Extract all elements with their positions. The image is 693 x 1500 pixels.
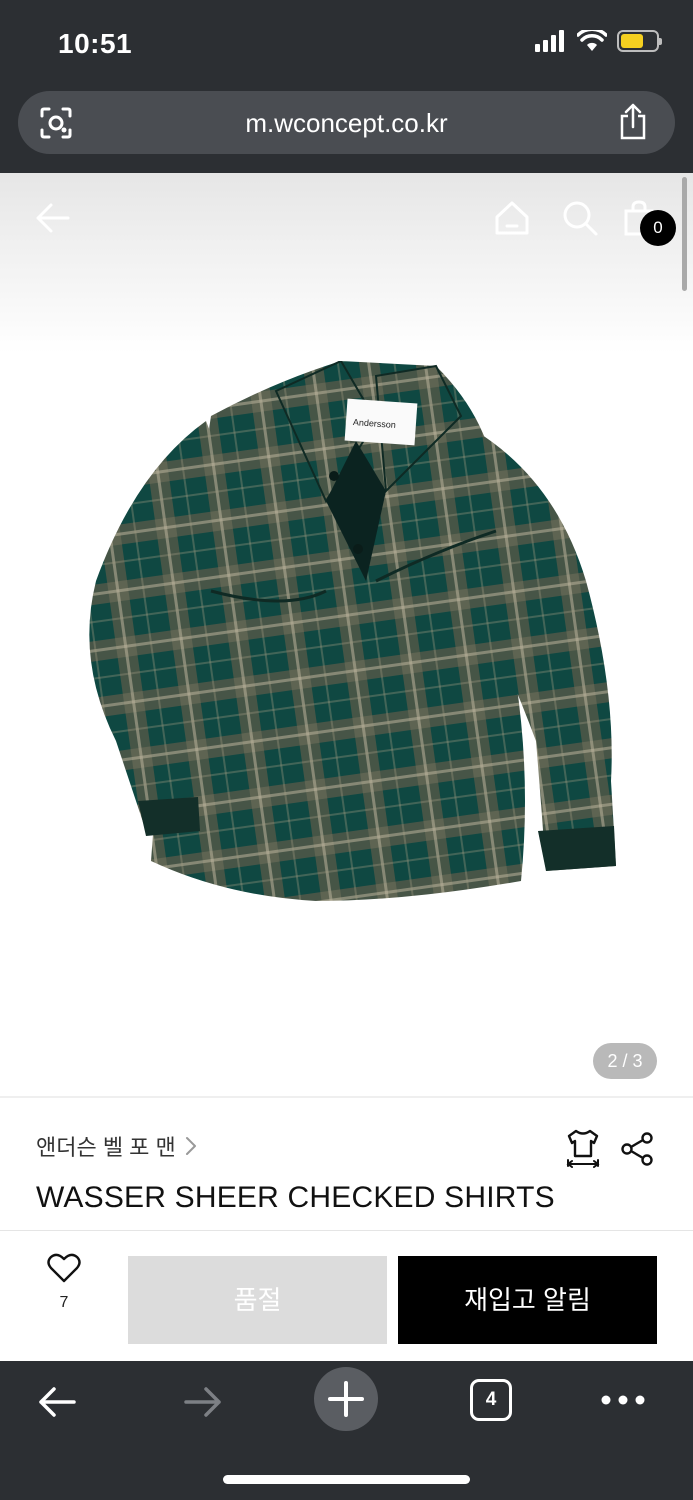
status-icons — [535, 30, 662, 52]
plus-icon[interactable] — [314, 1367, 378, 1431]
battery-icon — [617, 30, 662, 52]
gallery-page-indicator: 2 / 3 — [593, 1043, 657, 1079]
more-options-icon[interactable] — [598, 1389, 648, 1411]
page-scrollbar[interactable] — [682, 177, 687, 291]
product-gallery[interactable]: 0 Andersson 2 / 3 — [0, 173, 693, 1096]
address-bar[interactable]: m.wconcept.co.kr — [18, 91, 675, 154]
share-icon[interactable] — [617, 103, 649, 141]
browser-forward-icon[interactable] — [182, 1381, 224, 1423]
cart-count-badge[interactable]: 0 — [640, 210, 676, 246]
web-page: 0 Andersson 2 / 3 앤더슨 벨 포 맨 WASSER SHEER… — [0, 173, 693, 1361]
wifi-icon — [577, 30, 607, 51]
chevron-right-icon — [185, 1137, 196, 1155]
browser-bottom-toolbar: 4 — [0, 1361, 693, 1500]
soldout-button[interactable]: 품절 — [128, 1256, 387, 1344]
product-image[interactable]: Andersson — [76, 361, 616, 906]
product-title: WASSER SHEER CHECKED SHIRTS — [36, 1181, 555, 1214]
restock-alert-button[interactable]: 재입고 알림 — [398, 1256, 657, 1344]
new-tab-button[interactable] — [314, 1367, 378, 1431]
purchase-action-bar: 7 품절 재입고 알림 — [0, 1230, 693, 1361]
brand-name[interactable]: 앤더슨 벨 포 맨 — [36, 1130, 176, 1162]
home-indicator[interactable] — [223, 1475, 470, 1484]
tab-count-button[interactable]: 4 — [470, 1379, 512, 1421]
wishlist-button[interactable]: 7 — [34, 1253, 94, 1312]
wishlist-count: 7 — [59, 1294, 69, 1311]
home-icon[interactable] — [493, 199, 531, 237]
heart-icon[interactable] — [47, 1253, 81, 1283]
browser-top-chrome: 10:51 m.wconcept.co.kr — [0, 0, 693, 173]
url-text[interactable]: m.wconcept.co.kr — [18, 108, 675, 139]
brand-link[interactable]: 앤더슨 벨 포 맨 — [36, 1130, 198, 1162]
status-time: 10:51 — [58, 28, 133, 59]
section-divider — [0, 1096, 693, 1098]
back-arrow-icon[interactable] — [34, 199, 72, 237]
browser-back-icon[interactable] — [36, 1381, 78, 1423]
cellular-signal-icon — [535, 30, 564, 52]
share-nodes-icon[interactable] — [619, 1131, 655, 1167]
size-guide-icon[interactable] — [564, 1128, 602, 1168]
search-icon[interactable] — [561, 199, 599, 237]
